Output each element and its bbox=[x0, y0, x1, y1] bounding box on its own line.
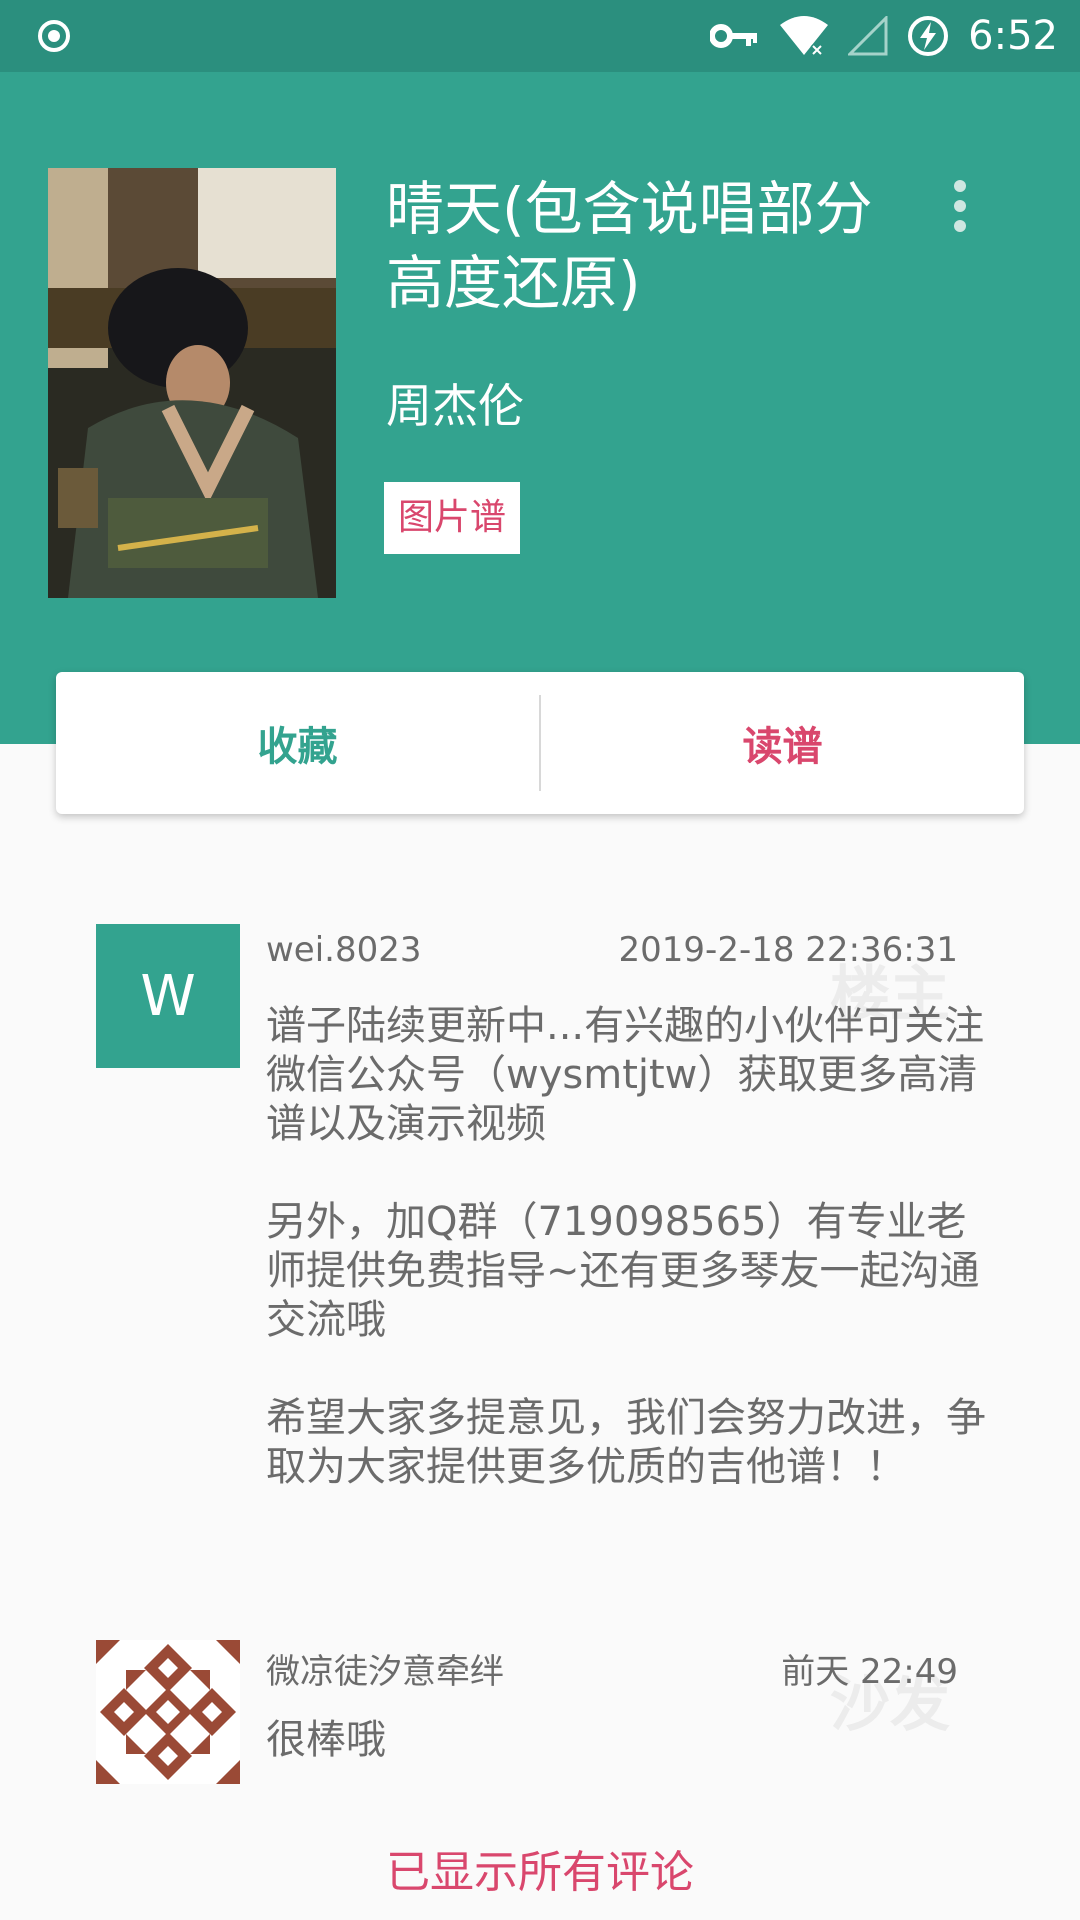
score-type-tag: 图片谱 bbox=[384, 482, 521, 554]
artist-name[interactable]: 周杰伦 bbox=[386, 370, 524, 436]
avatar[interactable]: W bbox=[96, 924, 240, 1068]
comment-paragraph: 另外，加Q群（719098565）有专业老师提供免费指导~还有更多琴友一起沟通交… bbox=[266, 1199, 980, 1343]
comment-username[interactable]: wei.8023 bbox=[266, 930, 422, 970]
song-title: 晴天(包含说唱部分高度还原) bbox=[386, 175, 873, 317]
avatar[interactable] bbox=[96, 1640, 240, 1784]
status-bar: 6:52 bbox=[0, 0, 1080, 72]
cell-signal-icon bbox=[848, 16, 888, 56]
comment-paragraph: 希望大家多提意见，我们会努力改进，争取为大家提供更多优质的吉他谱！！ bbox=[266, 1395, 986, 1490]
favorite-button[interactable]: 收藏 bbox=[56, 714, 539, 772]
all-comments-shown-label: 已显示所有评论 bbox=[386, 1847, 694, 1898]
more-vert-icon[interactable] bbox=[946, 178, 974, 234]
comment-time: 2019-2-18 22:36:31 bbox=[618, 930, 958, 970]
status-time: 6:52 bbox=[968, 13, 1058, 59]
album-cover-image bbox=[48, 168, 336, 598]
battery-charging-icon bbox=[908, 16, 949, 56]
comment-paragraph: 谱子陆续更新中...有兴趣的小伙伴可关注微信公众号（wysmtjtw）获取更多高… bbox=[266, 1003, 985, 1147]
action-card: 收藏 读谱 bbox=[56, 672, 1024, 814]
comment-text: 谱子陆续更新中...有兴趣的小伙伴可关注微信公众号（wysmtjtw）获取更多高… bbox=[266, 1002, 986, 1492]
wifi-icon bbox=[780, 16, 829, 57]
record-icon bbox=[38, 20, 70, 52]
comment-time: 前天 22:49 bbox=[781, 1652, 958, 1692]
vpn-key-icon bbox=[710, 24, 758, 48]
comment-text: 很棒哦 bbox=[266, 1717, 386, 1763]
comment-username[interactable]: 微凉徒汐意牵绊 bbox=[266, 1644, 504, 1693]
read-score-button[interactable]: 读谱 bbox=[541, 714, 1024, 772]
